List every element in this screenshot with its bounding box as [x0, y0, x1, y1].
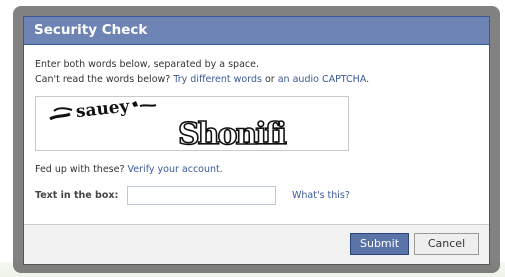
fed-up-prefix: Fed up with these? — [35, 164, 128, 175]
instructions-prefix: Can't read the words below? — [35, 74, 174, 85]
dialog-titlebar: Security Check — [23, 16, 490, 45]
verify-account-link[interactable]: Verify your account. — [128, 164, 223, 175]
captcha-image: sauey Shonifi — [35, 96, 349, 151]
dialog-body: Enter both words below, separated by a s… — [24, 45, 489, 209]
captcha-word-2: Shonifi — [178, 117, 287, 150]
fed-up-line: Fed up with these? Verify your account. — [35, 162, 479, 177]
captcha-word-1: sauey — [75, 97, 132, 122]
captcha-graphic: sauey Shonifi — [49, 97, 289, 150]
cancel-button[interactable]: Cancel — [414, 233, 479, 255]
captcha-answer-input[interactable] — [127, 186, 276, 205]
dialog-footer: Submit Cancel — [24, 224, 489, 264]
instructions-line-2: Can't read the words below? Try differen… — [35, 72, 479, 87]
audio-captcha-link[interactable]: an audio CAPTCHA — [278, 74, 366, 85]
security-check-dialog: Security Check Enter both words below, s… — [23, 16, 490, 265]
submit-button[interactable]: Submit — [350, 233, 409, 255]
captcha-answer-row: Text in the box: What's this? — [35, 185, 479, 209]
try-different-words-link[interactable]: Try different words — [173, 74, 262, 85]
whats-this-link[interactable]: What's this? — [292, 190, 350, 201]
dialog-title: Security Check — [34, 22, 148, 38]
instructions-line-1: Enter both words below, separated by a s… — [35, 59, 259, 70]
instructions-period: . — [366, 74, 370, 85]
text-box-label: Text in the box: — [35, 190, 119, 201]
or-text: or — [261, 74, 278, 85]
